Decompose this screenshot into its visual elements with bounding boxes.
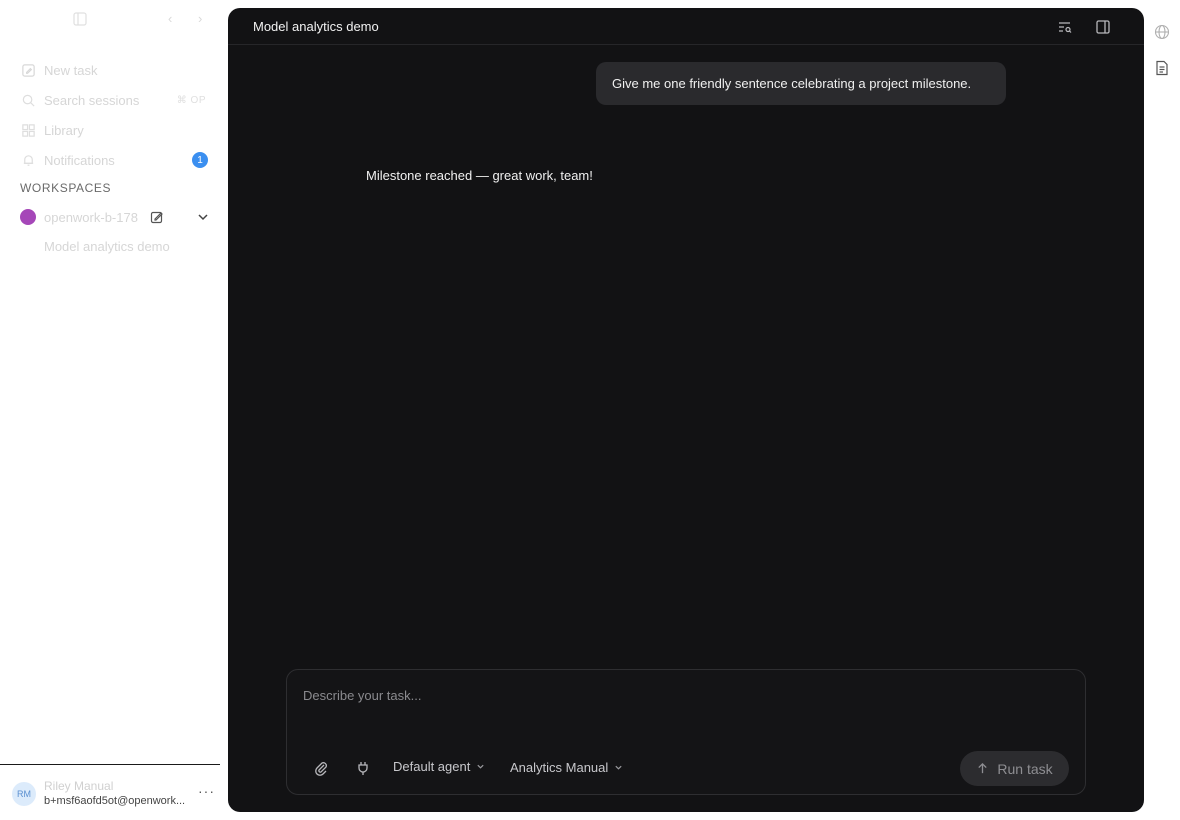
library-button[interactable]: Library bbox=[20, 120, 210, 140]
composer: Default agent Analytics Manual Run task bbox=[286, 669, 1086, 795]
globe-icon[interactable] bbox=[1154, 24, 1170, 40]
search-sessions-label: Search sessions bbox=[44, 92, 140, 108]
chevron-down-icon bbox=[615, 765, 622, 770]
assistant-message: Milestone reached — great work, team! bbox=[366, 168, 593, 183]
model-label: Analytics Manual bbox=[510, 760, 609, 775]
workspace-item[interactable]: openwork-b-178 bbox=[20, 207, 212, 227]
bell-icon bbox=[20, 152, 36, 168]
user-name: Riley Manual bbox=[44, 779, 114, 793]
paperclip-icon[interactable] bbox=[313, 760, 329, 776]
model-selector[interactable]: Analytics Manual bbox=[510, 760, 623, 775]
chevron-down-icon bbox=[477, 764, 484, 769]
edit-workspace-icon[interactable] bbox=[150, 210, 164, 224]
sidebar: ‹ › New task Search sessions ⌘ OP Librar… bbox=[0, 0, 220, 820]
arrow-up-icon bbox=[978, 762, 988, 774]
notifications-label: Notifications bbox=[44, 152, 115, 168]
search-shortcut: ⌘ OP bbox=[176, 94, 206, 106]
notification-count-badge: 1 bbox=[192, 152, 208, 168]
agent-selector[interactable]: Default agent bbox=[393, 759, 485, 774]
back-arrow-icon[interactable]: ‹ bbox=[168, 11, 172, 26]
avatar[interactable]: RM bbox=[12, 782, 36, 806]
plug-icon[interactable] bbox=[355, 760, 371, 776]
main-panel: Model analytics demo Give me one friendl… bbox=[228, 8, 1144, 812]
run-task-label: Run task bbox=[997, 760, 1053, 777]
more-options-button[interactable]: ··· bbox=[198, 783, 215, 799]
edit-icon bbox=[20, 62, 36, 78]
library-label: Library bbox=[44, 122, 84, 138]
task-input[interactable] bbox=[303, 685, 1063, 705]
new-task-label: New task bbox=[44, 62, 98, 78]
search-sessions-button[interactable]: Search sessions ⌘ OP bbox=[20, 90, 210, 110]
notifications-button[interactable]: Notifications 1 bbox=[20, 150, 210, 170]
forward-arrow-icon[interactable]: › bbox=[198, 11, 202, 26]
main-header: Model analytics demo bbox=[228, 8, 1144, 45]
chevron-down-icon[interactable] bbox=[196, 210, 210, 224]
sidebar-toolbar: ‹ › bbox=[0, 10, 220, 30]
workspace-color-dot bbox=[20, 209, 36, 225]
workspaces-heading: WORKSPACES bbox=[20, 181, 112, 195]
search-list-icon[interactable] bbox=[1057, 19, 1073, 35]
workspace-name: openwork-b-178 bbox=[44, 209, 138, 225]
session-item[interactable]: Model analytics demo bbox=[44, 239, 170, 254]
run-task-button[interactable]: Run task bbox=[960, 751, 1069, 786]
search-icon bbox=[20, 92, 36, 108]
user-email: b+msf6aofd5ot@openwork... bbox=[44, 795, 186, 807]
sidebar-toggle-icon[interactable] bbox=[73, 12, 87, 26]
new-task-button[interactable]: New task bbox=[20, 60, 210, 80]
agent-label: Default agent bbox=[393, 759, 471, 774]
user-footer: RM Riley Manual b+msf6aofd5ot@openwork..… bbox=[0, 764, 220, 820]
page-title: Model analytics demo bbox=[253, 19, 379, 34]
grid-icon bbox=[20, 122, 36, 138]
user-message-text: Give me one friendly sentence celebratin… bbox=[612, 76, 972, 91]
document-icon[interactable] bbox=[1154, 60, 1170, 76]
panel-toggle-icon[interactable] bbox=[1095, 19, 1111, 35]
user-message: Give me one friendly sentence celebratin… bbox=[596, 62, 1006, 105]
